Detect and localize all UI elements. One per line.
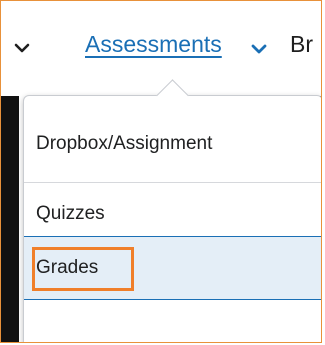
screenshot-frame: Assessments Br Dropbox/Assignment Quizze…	[0, 0, 322, 343]
chevron-down-icon[interactable]	[250, 40, 268, 58]
background-page-strip	[1, 96, 19, 342]
menu-item-label: Quizzes	[36, 203, 105, 224]
menu-item-label: Dropbox/Assignment	[36, 133, 213, 154]
menu-item-grades[interactable]: Grades	[24, 236, 321, 300]
menu-item-label: Grades	[36, 257, 99, 278]
menu-item-quizzes[interactable]: Quizzes	[24, 184, 321, 244]
menu-item-partial[interactable]	[24, 321, 321, 342]
nav-assessments-link[interactable]: Assessments	[85, 31, 222, 58]
course-navbar: Assessments Br	[1, 1, 321, 96]
menu-item-dropbox-assignment[interactable]: Dropbox/Assignment	[24, 114, 321, 174]
chevron-down-icon[interactable]	[13, 39, 31, 57]
nav-next-link[interactable]: Br	[290, 31, 313, 58]
assessments-dropdown-menu: Dropbox/Assignment Quizzes Grades	[23, 95, 321, 342]
menu-divider	[24, 182, 321, 183]
